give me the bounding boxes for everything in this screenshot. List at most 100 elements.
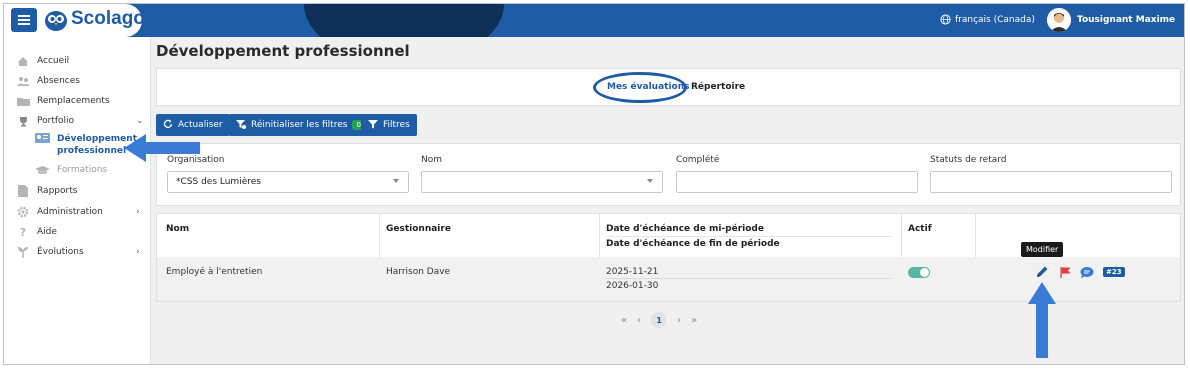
sidebar-item-portfolio[interactable]: Portfolio ⌄ (16, 114, 144, 128)
sidebar-item-label: Rapports (37, 186, 78, 196)
prev-page-icon[interactable]: ‹ (637, 315, 641, 326)
sidebar-item-label: Portfolio (37, 116, 75, 126)
owl-logo-icon (45, 11, 67, 31)
header-subdivider (606, 236, 892, 237)
filters-label: Filtres (383, 120, 410, 130)
nom-select[interactable] (421, 171, 663, 193)
home-icon (16, 55, 30, 67)
sidebar-item-absences[interactable]: Absences (16, 74, 80, 88)
chat-bubble-icon (1080, 266, 1094, 278)
actif-toggle[interactable] (908, 267, 930, 278)
sidebar-item-rapports[interactable]: Rapports (16, 184, 77, 198)
column-divider (975, 214, 976, 257)
question-icon: ? (19, 225, 27, 239)
annotation-arrow-left-icon (124, 134, 200, 162)
chevron-down-icon: ⌄ (136, 116, 144, 126)
modifier-tooltip: Modifier (1021, 242, 1064, 257)
logo-container: Scolago (4, 4, 145, 37)
folder-icon (16, 95, 30, 107)
nom-label: Nom (421, 155, 443, 165)
menu-toggle-button[interactable] (11, 8, 37, 32)
graduation-cap-icon (35, 165, 51, 177)
annotation-arrow-up-icon (1028, 282, 1056, 358)
organisation-value: *CSS des Lumières (176, 177, 261, 187)
column-divider (901, 214, 902, 257)
filters-button[interactable]: Filtres (361, 114, 417, 136)
sidebar-item-label: Administration (37, 207, 103, 217)
sidebar-subitem-formations[interactable]: Formations (35, 165, 107, 177)
sidebar-item-label: Absences (37, 76, 80, 86)
user-name: Tousignant Maxime (1077, 15, 1176, 25)
cell-date-fin: 2026-01-30 (606, 281, 659, 291)
certificate-icon (35, 133, 51, 145)
gear-icon (16, 206, 30, 218)
chevron-right-icon: › (136, 247, 140, 257)
dropdown-caret-icon (647, 179, 653, 183)
funnel-icon (368, 119, 378, 132)
filter-reset-icon (236, 119, 246, 132)
globe-icon (940, 14, 951, 25)
header-decoration (304, 4, 504, 37)
language-label: français (Canada) (955, 14, 1035, 25)
column-divider (379, 214, 380, 257)
hamburger-line (18, 19, 30, 21)
avatar (1047, 8, 1071, 32)
first-page-icon[interactable]: « (621, 315, 627, 326)
reset-filters-label: Réinitialiser les filtres (251, 120, 348, 130)
sidebar-subitem-label: Formations (57, 165, 108, 175)
sidebar-item-remplacements[interactable]: Remplacements (16, 94, 110, 108)
next-page-icon[interactable]: › (677, 315, 681, 326)
current-page-button[interactable]: 1 (651, 312, 668, 328)
refresh-icon (163, 119, 173, 132)
column-header-date-fin[interactable]: Date d'échéance de fin de période (606, 239, 780, 249)
column-header-nom[interactable]: Nom (166, 224, 189, 234)
language-selector[interactable]: français (Canada) (940, 14, 1035, 25)
sidebar: Accueil Absences Remplacements Portfolio… (4, 37, 151, 364)
chevron-right-icon: › (136, 207, 140, 217)
dropdown-caret-icon (393, 179, 399, 183)
edit-button[interactable] (1034, 264, 1050, 280)
sidebar-item-label: Aide (37, 227, 57, 237)
pagination: « ‹ 1 › » (621, 312, 697, 328)
sidebar-item-aide[interactable]: ? Aide (16, 225, 57, 239)
statuts-label: Statuts de retard (930, 155, 1007, 165)
reset-filters-button[interactable]: Réinitialiser les filtres 0 (229, 114, 372, 136)
hamburger-line (18, 23, 30, 25)
column-header-actif[interactable]: Actif (908, 224, 932, 234)
sidebar-item-evolutions[interactable]: Évolutions › (16, 245, 140, 259)
flag-icon (1060, 266, 1070, 278)
tab-mes-evaluations[interactable]: Mes évaluations (607, 82, 690, 92)
complete-field[interactable] (676, 171, 918, 193)
page-title: Développement professionnel (156, 42, 410, 60)
row-subdivider (606, 278, 892, 279)
sidebar-item-accueil[interactable]: Accueil (16, 54, 69, 68)
tab-repertoire[interactable]: Répertoire (691, 82, 745, 92)
trophy-icon (16, 115, 30, 127)
hamburger-line (18, 15, 30, 17)
cell-date-mi: 2025-11-21 (606, 267, 659, 277)
refresh-label: Actualiser (178, 120, 223, 130)
pencil-icon (1037, 266, 1048, 277)
sidebar-item-label: Remplacements (37, 96, 110, 106)
last-page-icon[interactable]: » (691, 315, 697, 326)
app-window: Scolago français (Canada) Tousignant Max… (3, 3, 1185, 365)
column-header-gestionnaire[interactable]: Gestionnaire (386, 224, 451, 234)
comment-button[interactable] (1079, 264, 1095, 280)
user-menu[interactable]: Tousignant Maxime (1047, 8, 1175, 32)
filters-panel: Organisation *CSS des Lumières Nom Compl… (156, 143, 1181, 206)
people-icon (16, 75, 30, 87)
document-icon (16, 185, 30, 197)
sidebar-item-label: Accueil (37, 56, 70, 66)
sidebar-subitem-developpement[interactable]: Développement professionnel (35, 133, 137, 157)
sidebar-item-administration[interactable]: Administration › (16, 205, 140, 219)
logo-text[interactable]: Scolago (71, 8, 145, 30)
evaluation-count-badge[interactable]: #23 (1103, 267, 1125, 277)
column-header-date-mi[interactable]: Date d'échéance de mi-période (606, 224, 764, 234)
statuts-field[interactable] (930, 171, 1172, 193)
flag-button[interactable] (1057, 264, 1073, 280)
complete-label: Complété (676, 155, 720, 165)
sidebar-item-label: Évolutions (37, 247, 84, 257)
cell-nom: Employé à l'entretien (166, 267, 263, 277)
organisation-select[interactable]: *CSS des Lumières (167, 171, 409, 193)
column-divider (599, 214, 600, 257)
